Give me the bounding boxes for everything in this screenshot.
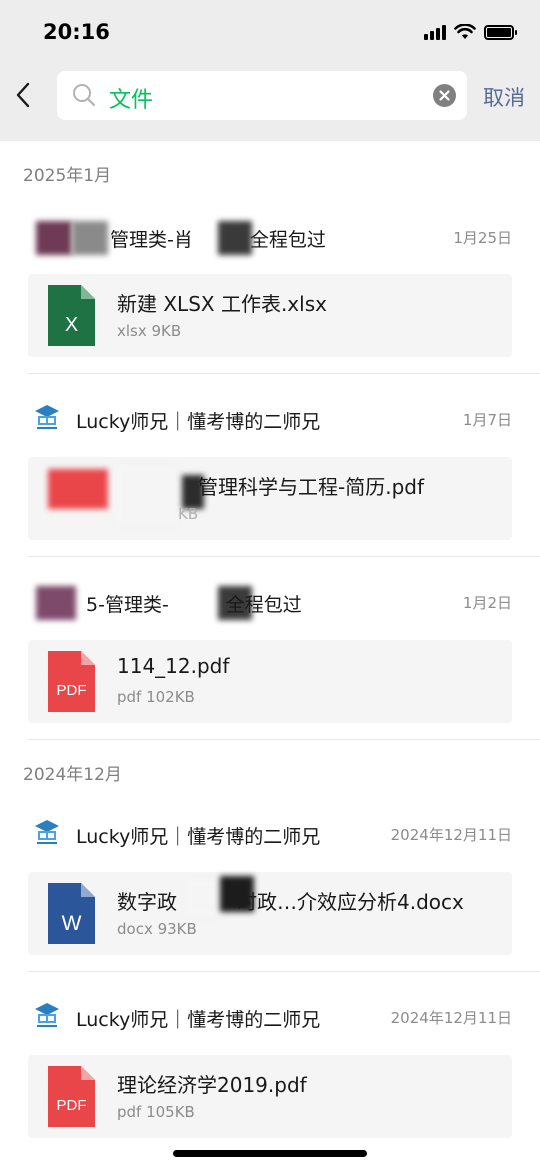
back-arrow-icon[interactable]: [12, 80, 34, 110]
svg-text:X: X: [65, 314, 78, 336]
message-date: 1月2日: [462, 594, 512, 612]
message-date: 1月25日: [453, 229, 512, 247]
sender-name: Lucky师兄｜懂考博的二师兄: [76, 826, 321, 848]
avatar: [36, 586, 76, 620]
avatar: [36, 221, 72, 255]
file-meta: pdf 102KB: [117, 688, 195, 706]
xlsx-file-icon: X: [48, 285, 95, 346]
file-card[interactable]: 管理科学与工程-简历.pdf KB: [28, 457, 512, 540]
file-name: 理论经济学2019.pdf: [117, 1073, 307, 1097]
book-logo-icon: [35, 1003, 59, 1027]
divider: [28, 739, 540, 740]
svg-text:PDF: PDF: [57, 1097, 87, 1114]
status-time: 20:16: [43, 20, 110, 44]
book-logo-icon: [35, 820, 59, 844]
redacted-block: [218, 221, 252, 255]
divider: [28, 373, 540, 374]
file-name: 新建 XLSX 工作表.xlsx: [117, 292, 327, 316]
redacted-block: [220, 876, 254, 912]
battery-icon: [484, 24, 517, 40]
status-icons: [424, 24, 517, 40]
file-meta: docx 93KB: [117, 920, 197, 938]
sender-name: 5-管理类- 全程包过: [86, 594, 302, 616]
svg-text:W: W: [62, 912, 82, 935]
sender-row: 5-管理类- 全程包过 1月2日: [30, 582, 512, 622]
divider: [28, 556, 540, 557]
section-header: 2024年12月: [23, 765, 122, 785]
signal-icon: [424, 24, 446, 40]
book-logo-icon: [35, 405, 59, 429]
file-meta: pdf 105KB: [117, 1103, 195, 1121]
search-input[interactable]: 文件: [57, 71, 467, 120]
search-icon: [73, 84, 96, 107]
file-card[interactable]: PDF 114_12.pdf pdf 102KB: [28, 640, 512, 723]
sender-row: Lucky师兄｜懂考博的二师兄 1月7日: [30, 399, 512, 439]
clear-icon[interactable]: [433, 84, 456, 107]
top-bar: 20:16 文件 取消: [0, 0, 540, 141]
sender-row: Lucky师兄｜懂考博的二师兄 2024年12月11日: [30, 814, 512, 854]
message-date: 2024年12月11日: [390, 826, 512, 844]
sender-name: Lucky师兄｜懂考博的二师兄: [76, 1009, 321, 1031]
svg-text:PDF: PDF: [57, 682, 87, 699]
wifi-icon: [454, 24, 476, 39]
file-card[interactable]: W 数字政 时政…介效应分析4.docx docx 93KB: [28, 872, 512, 955]
file-meta: KB: [178, 505, 199, 523]
home-indicator: [173, 1150, 367, 1157]
redacted-block: [116, 465, 176, 525]
sender-name: Lucky师兄｜懂考博的二师兄: [76, 411, 321, 433]
sender-row: 管理类-肖 全程包过 1月25日: [30, 217, 512, 257]
file-card[interactable]: PDF 理论经济学2019.pdf pdf 105KB: [28, 1055, 512, 1138]
pdf-file-icon: [48, 469, 108, 509]
search-query[interactable]: 文件: [109, 82, 153, 114]
file-name: 数字政 时政…介效应分析4.docx: [117, 890, 464, 914]
divider: [28, 971, 540, 972]
file-name: 114_12.pdf: [117, 654, 230, 678]
message-date: 1月7日: [462, 411, 512, 429]
cancel-button[interactable]: 取消: [483, 82, 525, 112]
redacted-block: [72, 221, 108, 255]
pdf-file-icon: PDF: [48, 1066, 95, 1127]
file-card[interactable]: X 新建 XLSX 工作表.xlsx xlsx 9KB: [28, 274, 512, 357]
section-header: 2025年1月: [23, 166, 112, 186]
file-meta: xlsx 9KB: [117, 322, 182, 340]
message-date: 2024年12月11日: [390, 1009, 512, 1027]
pdf-file-icon: PDF: [48, 651, 95, 712]
docx-file-icon: W: [48, 883, 95, 944]
sender-row: Lucky师兄｜懂考博的二师兄 2024年12月11日: [30, 997, 512, 1037]
redacted-block: [186, 880, 224, 916]
file-name: 管理科学与工程-简历.pdf: [198, 475, 425, 499]
